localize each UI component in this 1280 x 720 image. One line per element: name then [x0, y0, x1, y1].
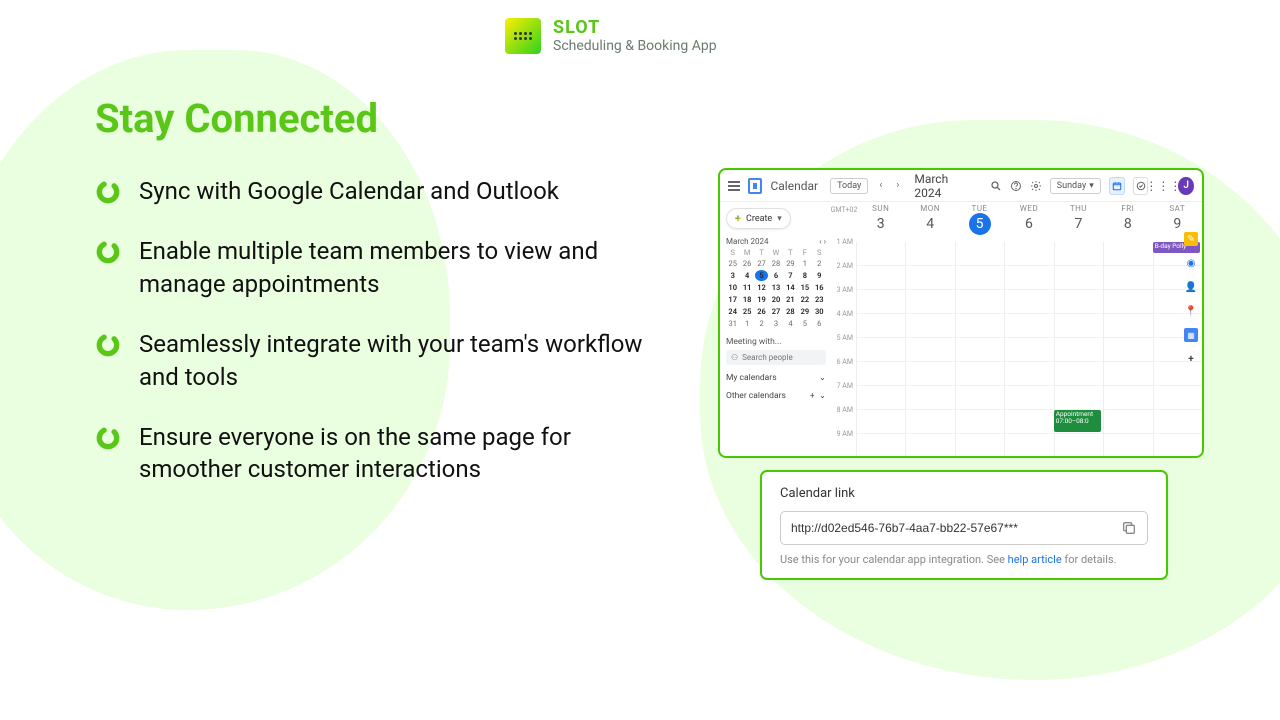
copy-icon[interactable]: [1121, 520, 1137, 536]
list-item-text: Sync with Google Calendar and Outlook: [139, 175, 559, 207]
brand-header: SLOT Scheduling & Booking App: [505, 18, 717, 54]
other-calendars-toggle[interactable]: Other calendars + ⌄: [726, 391, 826, 401]
bullet-ring-icon: [95, 179, 121, 205]
feature-list: Sync with Google Calendar and Outlook En…: [95, 175, 655, 514]
side-rail: ✎ ◉ 👤 📍 ▦ +: [1182, 232, 1200, 366]
calendar-link-card: Calendar link Use this for your calendar…: [760, 470, 1168, 580]
search-people-placeholder: Search people: [742, 353, 793, 362]
page-title: Stay Connected: [95, 95, 378, 142]
meeting-with-label: Meeting with...: [726, 337, 826, 347]
brand-subtitle: Scheduling & Booking App: [553, 38, 717, 54]
avatar[interactable]: J: [1178, 177, 1194, 195]
today-button[interactable]: Today: [830, 178, 868, 194]
chevron-down-icon: ▾: [1089, 181, 1094, 191]
help-article-link[interactable]: help article: [1008, 553, 1062, 566]
chevron-down-icon: ⌄: [819, 373, 826, 383]
view-label: Sunday: [1057, 181, 1086, 191]
list-item: Enable multiple team members to view and…: [95, 235, 655, 300]
link-card-title: Calendar link: [780, 486, 1148, 501]
bullet-ring-icon: [95, 425, 121, 451]
event-appointment[interactable]: Appointment 07:00–08:0: [1054, 410, 1101, 432]
list-item: Seamlessly integrate with your team's wo…: [95, 328, 655, 393]
help-icon[interactable]: [1010, 179, 1022, 193]
prev-button[interactable]: ‹: [876, 180, 885, 191]
calendar-main: GMT+02SUN3MON4TUE5WED6THU7FRI8SAT9 1 AM2…: [832, 202, 1202, 458]
plus-icon: +: [735, 212, 741, 225]
month-label: March 2024: [914, 172, 969, 200]
calendar-sidebar: + Create ▾ March 2024 ‹ › SMTWTFS2526272…: [720, 202, 832, 458]
my-calendars-toggle[interactable]: My calendars ⌄: [726, 373, 826, 383]
people-icon: ⚇: [731, 353, 738, 362]
list-item-text: Enable multiple team members to view and…: [139, 235, 655, 300]
list-item-text: Seamlessly integrate with your team's wo…: [139, 328, 655, 393]
google-calendar-logo-icon: [748, 178, 762, 194]
contacts-icon[interactable]: 👤: [1184, 280, 1198, 294]
mini-month-label: March 2024: [726, 237, 769, 246]
calendar-app-name: Calendar: [770, 179, 818, 193]
gear-icon[interactable]: [1030, 179, 1042, 193]
maps-icon[interactable]: 📍: [1184, 304, 1198, 318]
addon-icon[interactable]: ▦: [1184, 328, 1198, 342]
my-calendars-label: My calendars: [726, 373, 777, 383]
tasks-icon[interactable]: ◉: [1184, 256, 1198, 270]
help-text-pre: Use this for your calendar app integrati…: [780, 553, 1008, 566]
other-calendars-label: Other calendars: [726, 391, 786, 401]
view-select[interactable]: Sunday▾: [1050, 178, 1101, 194]
mini-next-button[interactable]: ›: [824, 237, 826, 246]
keep-icon[interactable]: ✎: [1184, 232, 1198, 246]
create-label: Create: [746, 214, 772, 224]
link-help-text: Use this for your calendar app integrati…: [780, 553, 1148, 566]
create-button[interactable]: + Create ▾: [726, 208, 791, 229]
brand-name: SLOT: [553, 18, 717, 38]
help-text-post: for details.: [1062, 553, 1117, 566]
bullet-ring-icon: [95, 332, 121, 358]
chevron-down-icon: ⌄: [819, 391, 826, 401]
mini-calendar[interactable]: SMTWTFS252627282912345678910111213141516…: [726, 248, 826, 329]
add-icon[interactable]: +: [1184, 352, 1198, 366]
event-time: 07:00–08:0: [1056, 418, 1099, 425]
list-item: Ensure everyone is on the same page for …: [95, 421, 655, 486]
mini-prev-button[interactable]: ‹: [819, 237, 821, 246]
next-button[interactable]: ›: [893, 180, 902, 191]
calendar-view-icon[interactable]: [1109, 177, 1125, 195]
link-input-wrap: [780, 511, 1148, 545]
calendar-link-input[interactable]: [791, 521, 1113, 535]
search-people-input[interactable]: ⚇ Search people: [726, 350, 826, 365]
brand-logo-icon: [505, 18, 541, 54]
search-icon[interactable]: [990, 179, 1002, 193]
list-item-text: Ensure everyone is on the same page for …: [139, 421, 655, 486]
bullet-ring-icon: [95, 239, 121, 265]
calendar-toolbar: Calendar Today ‹ › March 2024 Sunday▾ ⋮⋮…: [720, 170, 1202, 202]
apps-grid-icon[interactable]: ⋮⋮⋮: [1156, 179, 1170, 193]
chevron-down-icon: ▾: [777, 214, 782, 224]
add-calendar-icon[interactable]: +: [810, 391, 815, 401]
menu-icon[interactable]: [728, 181, 740, 191]
list-item: Sync with Google Calendar and Outlook: [95, 175, 655, 207]
calendar-screenshot: Calendar Today ‹ › March 2024 Sunday▾ ⋮⋮…: [718, 168, 1204, 458]
